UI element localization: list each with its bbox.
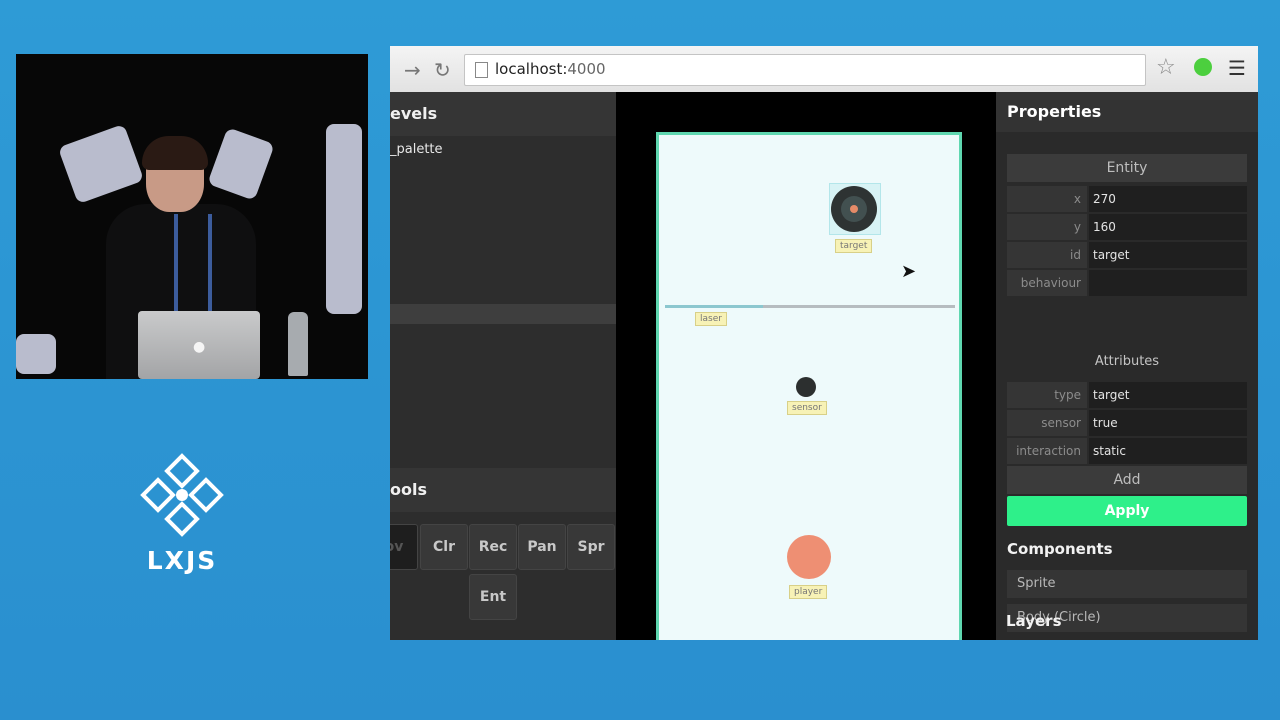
level-stage[interactable]: target laser sensor player ➤ <box>656 132 962 640</box>
apply-button[interactable]: Apply <box>1007 496 1247 526</box>
forward-arrow-icon[interactable]: → <box>404 58 421 82</box>
entity-button[interactable]: Entity <box>1007 154 1247 182</box>
tool-button-spr[interactable]: Spr <box>567 524 615 570</box>
tool-button-ent[interactable]: Ent <box>469 574 517 620</box>
laser-label: laser <box>695 312 727 326</box>
levels-header: evels <box>390 92 616 136</box>
field-behaviour[interactable]: behaviour <box>1007 270 1247 296</box>
tool-button-clr[interactable]: Clr <box>420 524 468 570</box>
extension-icon[interactable] <box>1194 58 1212 76</box>
stage-backdrop-shape <box>57 123 145 205</box>
address-bar[interactable]: localhost:4000 <box>464 54 1146 86</box>
laser-entity[interactable] <box>665 305 955 308</box>
target-entity[interactable] <box>831 186 877 232</box>
component-sprite[interactable]: Sprite <box>1007 570 1247 598</box>
left-panel: evels _palette ools ov Clr Rec Pan Spr E… <box>390 92 616 640</box>
attributes-label: Attributes <box>1094 354 1160 369</box>
lxjs-logo: LXJS <box>136 452 228 575</box>
browser-toolbar: → ↻ localhost:4000 ☆ ☰ <box>390 46 1258 93</box>
stage-backdrop-shape <box>16 334 56 374</box>
apple-logo-icon: ● <box>193 339 206 355</box>
attribute-type[interactable]: type target <box>1007 382 1247 408</box>
properties-panel: Properties Entity x 270 y 160 id target … <box>996 92 1258 640</box>
menu-icon[interactable]: ☰ <box>1228 56 1246 80</box>
target-center-dot <box>850 205 858 213</box>
layers-header: Layers <box>1006 612 1062 630</box>
properties-header: Properties <box>996 92 1258 132</box>
tool-button-rec[interactable]: Rec <box>469 524 517 570</box>
reload-icon[interactable]: ↻ <box>434 58 451 82</box>
url-text: localhost:4000 <box>495 60 606 78</box>
attribute-interaction[interactable]: interaction static <box>1007 438 1247 464</box>
lxjs-wordmark: LXJS <box>146 546 218 575</box>
player-entity[interactable] <box>787 535 831 579</box>
attribute-sensor[interactable]: sensor true <box>1007 410 1247 436</box>
laser-beam-segment <box>763 305 955 308</box>
speaker-hair <box>142 136 208 170</box>
lanyard <box>174 214 212 324</box>
page-icon <box>475 62 488 78</box>
lxjs-emblem-icon <box>140 453 224 537</box>
add-attribute-button[interactable]: Add <box>1007 466 1247 494</box>
speaker-video: ● <box>16 54 368 379</box>
tool-button-pan[interactable]: Pan <box>518 524 566 570</box>
tools-header: ools <box>390 468 616 512</box>
field-y[interactable]: y 160 <box>1007 214 1247 240</box>
tool-button-ov[interactable]: ov <box>390 524 418 570</box>
target-label: target <box>835 239 873 253</box>
sensor-label: sensor <box>787 401 827 415</box>
field-id[interactable]: id target <box>1007 242 1247 268</box>
mouse-cursor-icon: ➤ <box>901 261 917 282</box>
star-icon[interactable]: ☆ <box>1156 55 1176 80</box>
sensor-entity[interactable] <box>796 377 816 397</box>
level-list-item[interactable]: _palette <box>390 142 443 157</box>
player-label: player <box>789 585 828 599</box>
level-list-selected-row[interactable] <box>390 304 616 324</box>
editor-canvas[interactable]: target laser sensor player ➤ <box>616 92 996 640</box>
field-x[interactable]: x 270 <box>1007 186 1247 212</box>
stage-backdrop-shape <box>207 127 275 201</box>
stage-backdrop-shape <box>326 124 362 314</box>
browser-window: → ↻ localhost:4000 ☆ ☰ evels _palette oo… <box>390 46 1258 640</box>
laptop: ● <box>138 311 260 379</box>
components-header: Components <box>1007 540 1113 558</box>
water-bottle <box>288 312 308 376</box>
